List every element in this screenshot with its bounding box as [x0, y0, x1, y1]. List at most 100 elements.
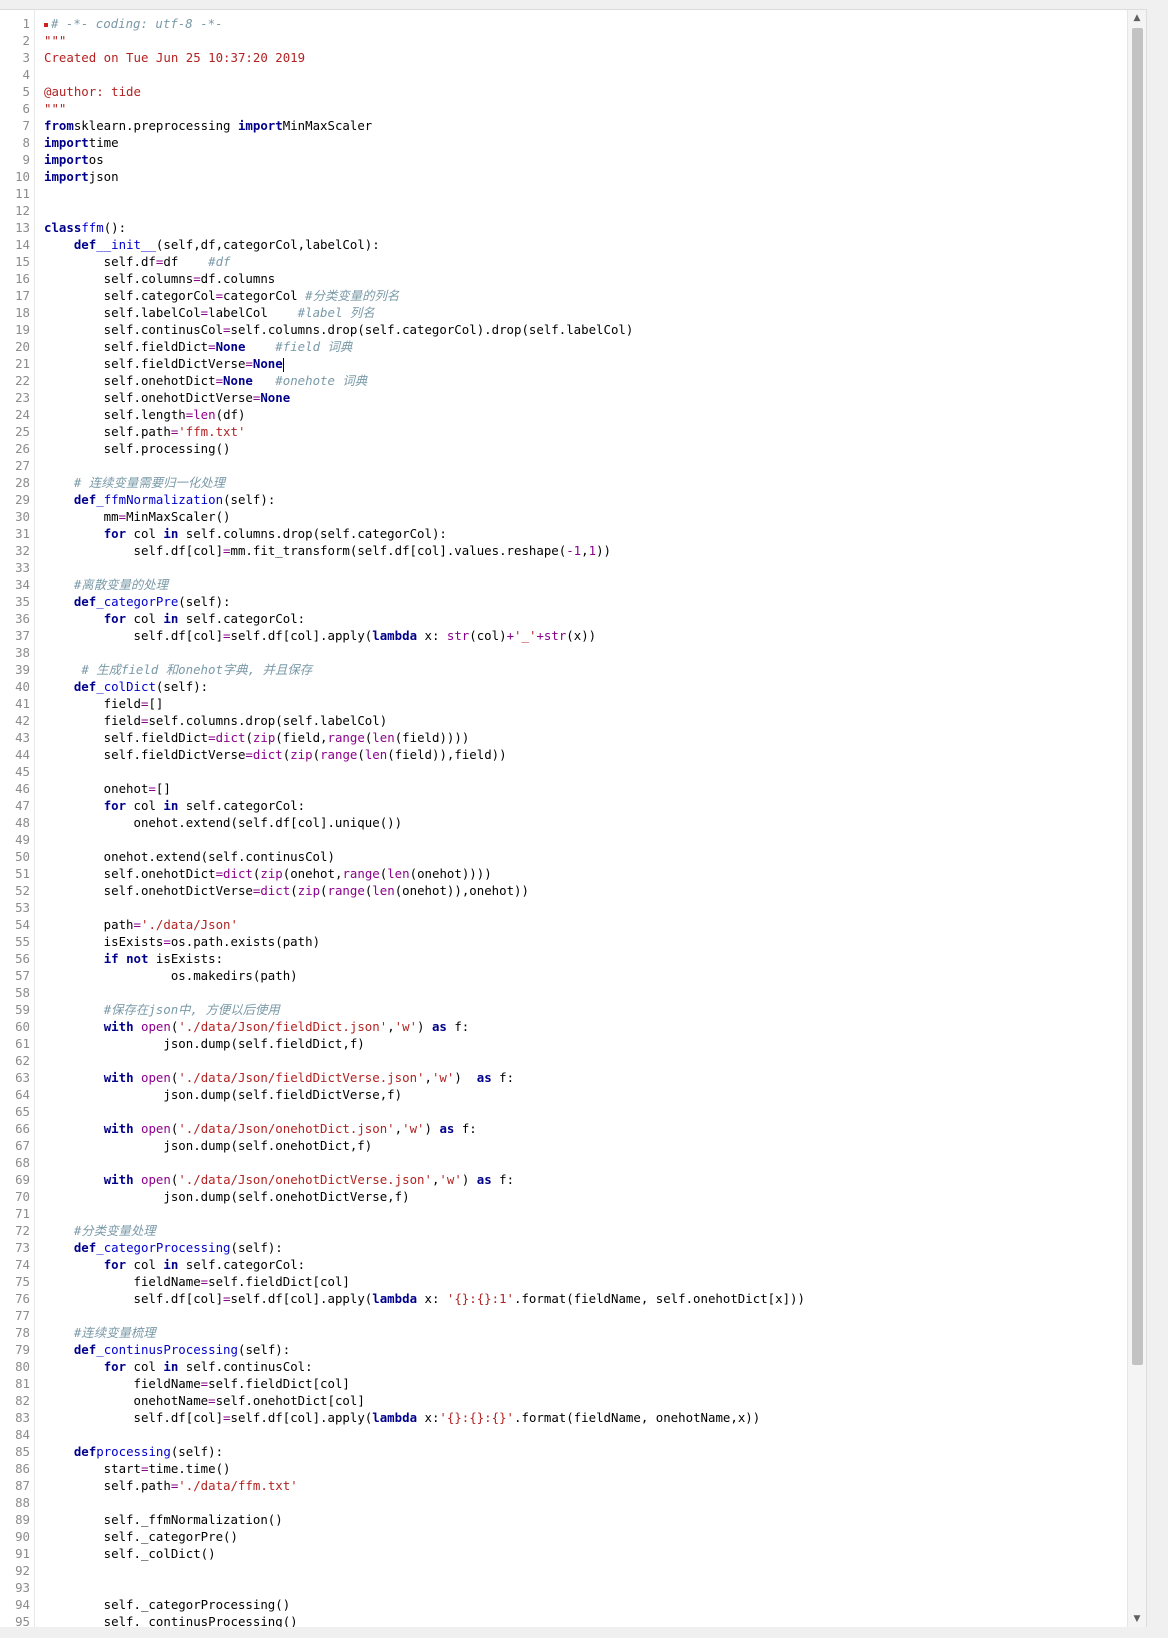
code-line: 44 self.fieldDictVerse=dict(zip(range(le…: [0, 746, 1128, 763]
line-number: 78: [15, 1325, 30, 1340]
code-token: with: [103, 1121, 134, 1136]
code-token: for: [103, 611, 127, 626]
code-line: 72 #分类变量处理: [0, 1222, 1128, 1239]
line-number: 2: [22, 33, 30, 48]
code-editor[interactable]: 1 # -*- coding: utf-8 -*- 2 """ 3 Created on …: [0, 9, 1147, 1627]
line-number: 11: [15, 186, 30, 201]
code-token: (self):: [237, 1342, 291, 1357]
code-line: 8 importtime: [0, 134, 1128, 151]
code-content: self.fieldDictVerse=None: [44, 355, 284, 372]
code-content: #分类变量处理: [44, 1222, 156, 1239]
code-token: './data/Json/onehotDict.json': [178, 1121, 395, 1136]
code-token: =: [215, 866, 224, 881]
code-line: 23 self.onehotDictVerse=None: [0, 389, 1128, 406]
code-token: isExists: [44, 934, 164, 949]
code-content: if not isExists:: [44, 950, 223, 967]
scroll-down-arrow-icon[interactable]: ▼: [1128, 1611, 1146, 1627]
code-token: =: [208, 1393, 216, 1408]
code-token: onehotName: [44, 1393, 209, 1408]
line-number: 47: [15, 798, 30, 813]
code-line: 29 def_ffmNormalization(self):: [0, 491, 1128, 508]
line-number: 16: [15, 271, 30, 286]
line-number: 24: [15, 407, 30, 422]
code-token: None: [252, 356, 283, 371]
line-number: 86: [15, 1461, 30, 1476]
code-token: (x)): [566, 628, 597, 643]
code-token: in: [163, 611, 179, 626]
code-line: 34 #离散变量的处理: [0, 576, 1128, 593]
line-number: 13: [15, 220, 30, 235]
code-token: self.length: [44, 407, 186, 422]
code-line: 9 importos: [0, 151, 1128, 168]
vertical-scrollbar[interactable]: ▲ ▼: [1127, 10, 1146, 1627]
code-token: self.columns.drop(self.categorCol).drop(…: [230, 322, 634, 337]
code-token: zip: [290, 747, 313, 762]
code-token: (: [357, 747, 365, 762]
code-line: 64 json.dump(self.fieldDictVerse,f): [0, 1086, 1128, 1103]
code-token: self.fieldDict[col]: [208, 1274, 350, 1289]
code-line: 20 self.fieldDict=None #field 词典: [0, 338, 1128, 355]
code-token: import: [44, 135, 89, 150]
code-content: with open('./data/Json/onehotDictVerse.j…: [44, 1171, 514, 1188]
code-token: (field,: [275, 730, 328, 745]
line-number: 80: [15, 1359, 30, 1374]
line-number: 21: [15, 356, 30, 371]
code-line: 35 def_categorPre(self):: [0, 593, 1128, 610]
code-line: 17 self.categorCol=categorCol #分类变量的列名: [0, 287, 1128, 304]
code-line: 83 self.df[col]=self.df[col].apply(lambd…: [0, 1409, 1128, 1426]
code-token: #分类变量的列名: [305, 288, 400, 303]
code-content: def_categorPre(self):: [44, 593, 231, 610]
code-token: (self):: [155, 679, 209, 694]
line-number: 35: [15, 594, 30, 609]
code-line: 49: [0, 831, 1128, 848]
code-token: lambda: [372, 628, 418, 643]
code-token: []: [148, 696, 164, 711]
code-line: 27: [0, 457, 1128, 474]
line-number: 52: [15, 883, 30, 898]
code-token: =: [118, 509, 127, 524]
code-line: 75 fieldName=self.fieldDict[col]: [0, 1273, 1128, 1290]
code-token: as: [439, 1121, 455, 1136]
code-text-area[interactable]: 1 # -*- coding: utf-8 -*- 2 """ 3 Created on …: [0, 15, 1128, 1627]
scroll-thumb[interactable]: [1132, 28, 1143, 1365]
line-number: 41: [15, 696, 30, 711]
code-content: onehot.extend(self.continusCol): [44, 848, 335, 865]
code-token: lambda: [372, 1410, 418, 1425]
line-number: 76: [15, 1291, 30, 1306]
line-number: 59: [15, 1002, 30, 1017]
code-line: 87 self.path='./data/ffm.txt': [0, 1477, 1128, 1494]
code-line: 36 for col in self.categorCol:: [0, 610, 1128, 627]
line-number: 26: [15, 441, 30, 456]
code-token: range: [320, 747, 358, 762]
code-line: 80 for col in self.continusCol:: [0, 1358, 1128, 1375]
code-token: open: [141, 1172, 171, 1187]
code-token: self.fieldDict[col]: [208, 1376, 350, 1391]
code-line: 65: [0, 1103, 1128, 1120]
code-token: json.dump(self.onehotDict,f): [44, 1138, 373, 1153]
code-content: importtime: [44, 134, 119, 151]
code-content: """: [44, 32, 66, 49]
code-token: open: [141, 1019, 171, 1034]
code-line: 39 # 生成field 和onehot字典, 并且保存: [0, 661, 1128, 678]
code-content: self.labelCol=labelCol #label 列名: [44, 304, 375, 321]
code-content: for col in self.continusCol:: [44, 1358, 313, 1375]
line-number: 32: [15, 543, 30, 558]
scroll-up-arrow-icon[interactable]: ▲: [1128, 10, 1146, 26]
code-line: 1 # -*- coding: utf-8 -*-: [0, 15, 1128, 32]
code-line: 79 def_continusProcessing(self):: [0, 1341, 1128, 1358]
code-token: fieldName: [44, 1274, 201, 1289]
line-number: 73: [15, 1240, 30, 1255]
code-token: col: [126, 526, 164, 541]
code-token: self.categorCol:: [178, 798, 306, 813]
code-line: 13 classffm():: [0, 219, 1128, 236]
code-token: # 生成field 和onehot字典, 并且保存: [81, 662, 313, 677]
code-line: 45: [0, 763, 1128, 780]
line-number: 81: [15, 1376, 30, 1391]
